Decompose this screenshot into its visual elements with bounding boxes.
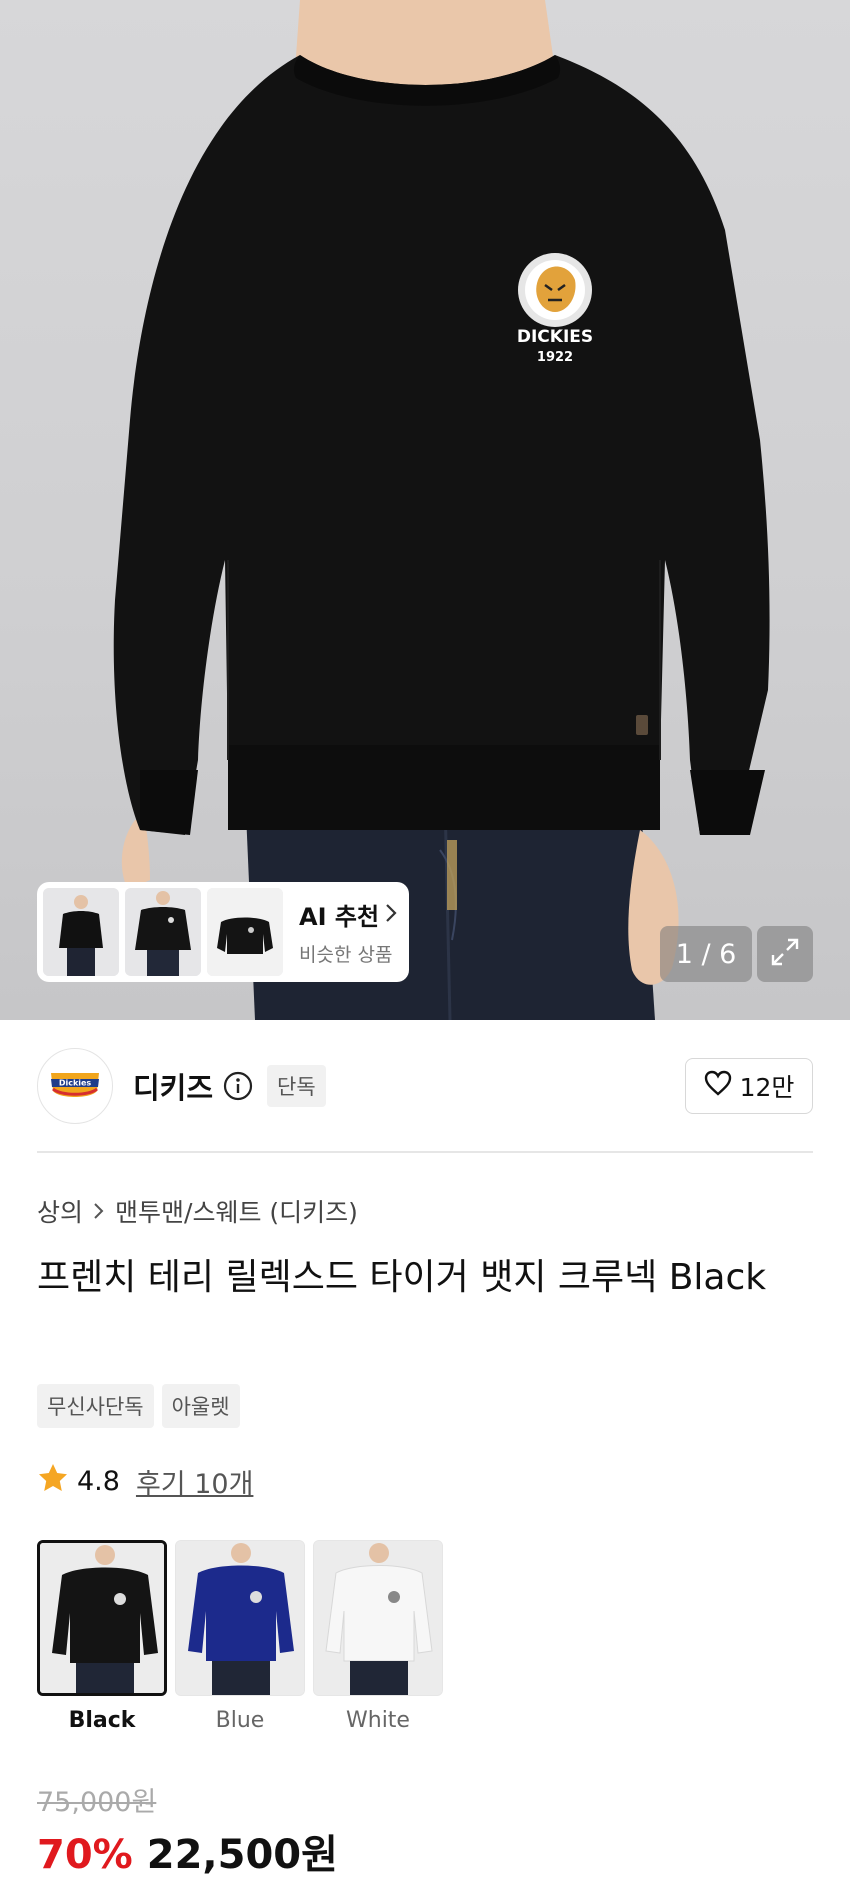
heart-icon — [704, 1070, 732, 1102]
ai-thumb-3[interactable] — [207, 888, 283, 976]
brand-name[interactable]: 디키즈 — [133, 1065, 213, 1107]
review-link[interactable]: 후기 10개 — [136, 1462, 253, 1501]
color-option-black[interactable]: Black — [37, 1540, 167, 1733]
breadcrumb-category[interactable]: 상의 — [37, 1193, 83, 1229]
chevron-right-icon — [385, 901, 397, 929]
product-photo: DICKIES 1922 — [113, 0, 770, 1020]
divider — [37, 1151, 813, 1153]
original-price: 75,000원 — [37, 1787, 157, 1818]
breadcrumb-subcategory[interactable]: 맨투맨/스웨트 (디키즈) — [115, 1193, 358, 1229]
color-label-black: Black — [68, 1708, 136, 1733]
color-option-blue[interactable]: Blue — [175, 1540, 305, 1733]
star-icon — [37, 1462, 69, 1501]
color-label-blue: Blue — [215, 1708, 265, 1733]
ai-recommend-card[interactable]: AI 추천 비슷한 상품 — [37, 882, 409, 982]
color-label-white: White — [346, 1708, 410, 1733]
ai-recommend-subtitle: 비슷한 상품 — [299, 944, 393, 966]
chevron-right-icon — [93, 1201, 105, 1221]
svg-text:DICKIES: DICKIES — [517, 327, 593, 347]
discount-rate: 70% — [37, 1832, 133, 1878]
info-icon[interactable] — [223, 1071, 253, 1101]
expand-button[interactable] — [757, 926, 813, 982]
svg-text:1922: 1922 — [537, 350, 573, 365]
like-count: 12만 — [739, 1073, 795, 1102]
brand-row: Dickies 디키즈 단독 12만 — [37, 1046, 813, 1126]
product-image-gallery[interactable]: DICKIES 1922 AI 추천 비슷한 상품 1 / 6 — [0, 0, 850, 1020]
ai-recommend-title[interactable]: AI 추천 — [299, 897, 397, 932]
rating-value: 4.8 — [77, 1466, 120, 1497]
brand-logo[interactable]: Dickies — [37, 1048, 113, 1124]
price-row: 70% 22,500원 — [37, 1822, 338, 1880]
tag-exclusive: 무신사단독 — [37, 1384, 154, 1428]
ai-recommend-label: AI 추천 — [299, 903, 380, 931]
svg-text:Dickies: Dickies — [59, 1079, 92, 1088]
exclusive-badge: 단독 — [267, 1065, 326, 1107]
product-title: 프렌치 테리 릴렉스드 타이거 뱃지 크루넥 Black — [37, 1257, 767, 1298]
ai-thumb-1[interactable] — [43, 888, 119, 976]
color-option-white[interactable]: White — [313, 1540, 443, 1733]
expand-icon — [770, 937, 800, 971]
sale-price: 22,500원 — [146, 1832, 338, 1878]
image-counter: 1 / 6 — [660, 926, 752, 982]
ai-thumb-2[interactable] — [125, 888, 201, 976]
color-options: Black Blue White — [37, 1540, 443, 1733]
like-button[interactable]: 12만 — [685, 1058, 813, 1114]
product-tags: 무신사단독 아울렛 — [37, 1384, 240, 1428]
tag-outlet: 아울렛 — [161, 1384, 240, 1428]
rating: 4.8 후기 10개 — [37, 1462, 253, 1501]
breadcrumb: 상의 맨투맨/스웨트 (디키즈) — [37, 1193, 358, 1229]
